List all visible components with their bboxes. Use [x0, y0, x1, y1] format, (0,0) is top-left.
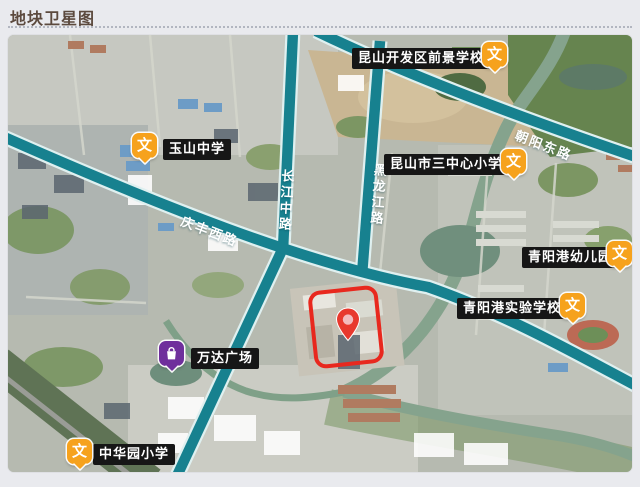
poi-third-central-primary-label[interactable]: 昆山市三中心小学 [384, 154, 508, 175]
school-pin-icon: 文 [72, 444, 87, 459]
poi-wanda-plaza-label[interactable]: 万达广场 [191, 348, 259, 369]
poi-qingyanggang-experimental-label[interactable]: 青阳港实验学校 [457, 298, 567, 319]
poi-zhonghuayuan-primary-pin[interactable]: 文 [67, 439, 92, 464]
poi-third-central-primary-pin[interactable]: 文 [501, 149, 526, 174]
poi-zhonghuayuan-primary-label[interactable]: 中华园小学 [93, 444, 175, 465]
poi-yushan-middle-label[interactable]: 玉山中学 [163, 139, 231, 160]
school-pin-icon: 文 [565, 298, 580, 313]
poi-qingyanggang-kindergarten-pin[interactable]: 文 [607, 241, 632, 266]
school-pin-icon: 文 [487, 47, 502, 62]
road-label-changjiang-middle: 长江中路 [273, 169, 295, 234]
satellite-map[interactable]: 朝阳东路 长江中路 黑龙江路 庆丰西路 昆山开发区前景学校 文 文 玉山中学 昆… [8, 35, 632, 472]
poi-qingyanggang-kindergarten-label[interactable]: 青阳港幼儿园 [522, 247, 618, 268]
poi-qianjing-school-label[interactable]: 昆山开发区前景学校 [352, 48, 490, 69]
poi-qingyanggang-experimental-pin[interactable]: 文 [560, 293, 585, 318]
school-pin-icon: 文 [137, 138, 152, 153]
poi-wanda-plaza-pin[interactable] [159, 341, 184, 366]
parcel-pin-icon [335, 307, 361, 343]
poi-qianjing-school-pin[interactable]: 文 [482, 42, 507, 67]
title-divider [8, 26, 632, 28]
school-pin-icon: 文 [612, 246, 627, 261]
poi-yushan-middle-pin[interactable]: 文 [132, 133, 157, 158]
school-pin-icon: 文 [506, 154, 521, 169]
shopping-bag-icon [164, 346, 179, 361]
